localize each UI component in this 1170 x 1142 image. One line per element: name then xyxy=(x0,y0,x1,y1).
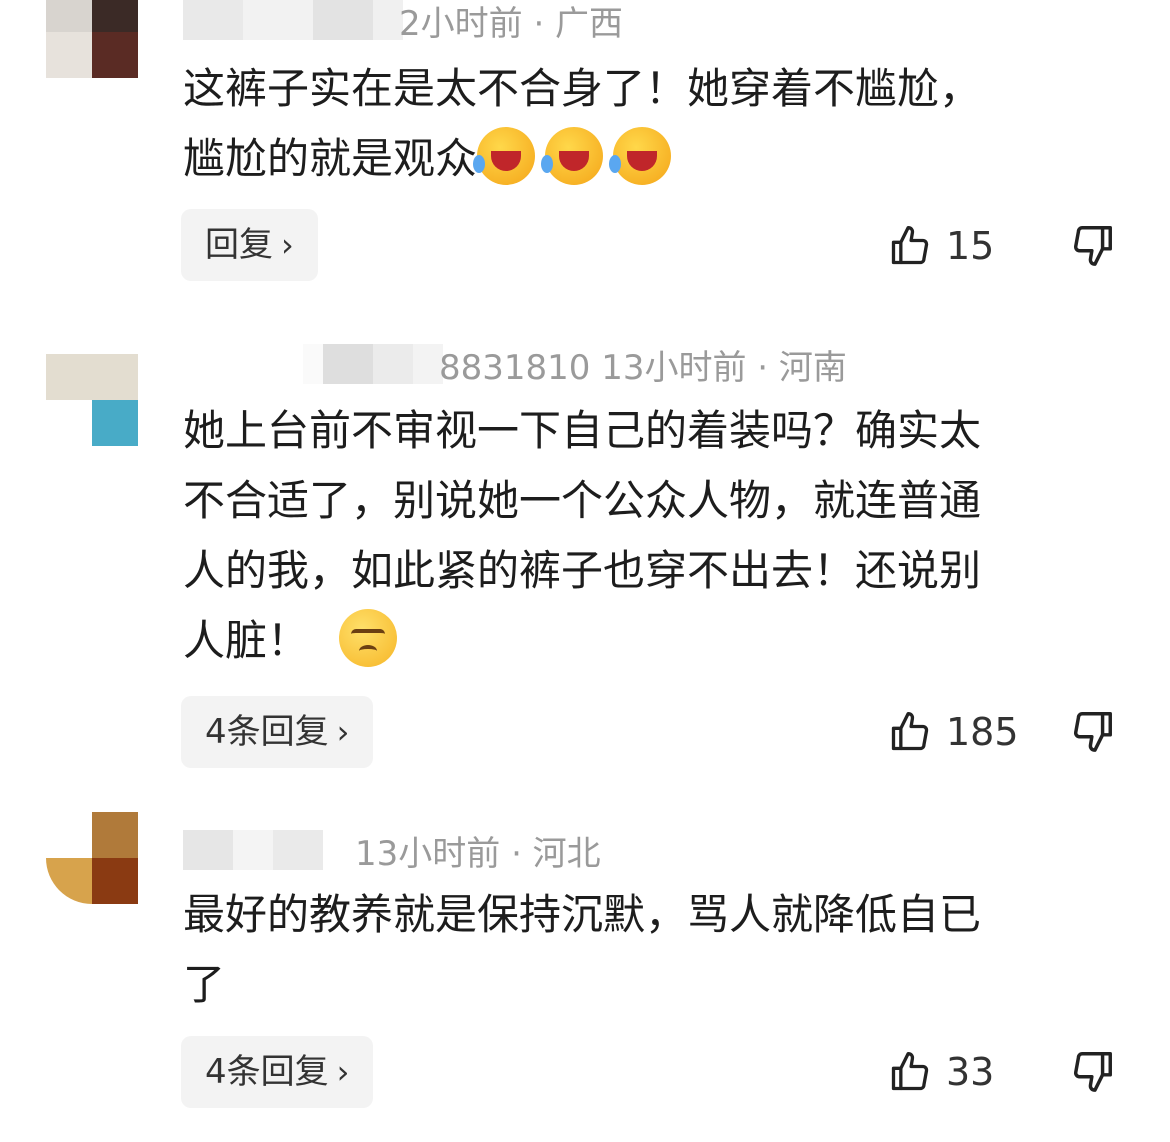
thumbs-down-icon[interactable] xyxy=(1070,708,1116,754)
comment-line: 人脏！ xyxy=(183,616,310,665)
like-count: 185 xyxy=(946,710,1019,754)
comment-line: 最好的教养就是保持沉默，骂人就降低自已 xyxy=(183,890,982,939)
comment-item: 2小时前 · 广西 这裤子实在是太不合身了！她穿着不尴尬， 尴尬的就是观众 回复… xyxy=(0,0,1170,300)
username-mosaic xyxy=(183,0,403,40)
username-mosaic xyxy=(183,830,323,870)
thumbs-down-icon[interactable] xyxy=(1070,222,1116,268)
comment-time-location: 13小时前 · 河北 xyxy=(355,834,601,874)
like-count: 33 xyxy=(946,1050,995,1094)
reply-label: 4条回复 xyxy=(205,1052,329,1092)
comment-item: 13小时前 · 河北 最好的教养就是保持沉默，骂人就降低自已 了 4条回复 › 3… xyxy=(0,810,1170,1130)
comment-line: 人的我，如此紧的裤子也穿不出去！还说别 xyxy=(183,546,982,595)
like-button[interactable]: 15 xyxy=(888,216,994,276)
avatar[interactable] xyxy=(46,812,138,904)
comment-line: 她上台前不审视一下自己的着装吗？确实太 xyxy=(183,406,982,455)
comment-time-location: 2小时前 · 广西 xyxy=(399,4,624,44)
chevron-right-icon: › xyxy=(336,1053,350,1091)
reply-button[interactable]: 回复 › xyxy=(181,209,318,281)
reply-button[interactable]: 4条回复 › xyxy=(181,696,374,768)
reply-label: 回复 xyxy=(205,225,273,265)
like-count: 15 xyxy=(946,224,995,268)
username-mosaic xyxy=(183,344,443,384)
reply-label: 4条回复 xyxy=(205,712,329,752)
thumbs-up-icon xyxy=(891,712,929,751)
reply-button[interactable]: 4条回复 › xyxy=(181,1036,374,1108)
laugh-emoji-icon xyxy=(541,127,604,185)
avatar[interactable] xyxy=(46,354,138,446)
thumbs-up-icon xyxy=(891,1052,929,1091)
comment-line: 不合适了，别说她一个公众人物，就连普通 xyxy=(183,476,982,525)
chevron-right-icon: › xyxy=(281,226,294,264)
thumbs-up-icon xyxy=(891,226,929,265)
like-button[interactable]: 33 xyxy=(888,1042,994,1102)
comment-item: 8831810 13小时前 · 河南 她上台前不审视一下自己的着装吗？确实太 不… xyxy=(0,340,1170,780)
laugh-emoji-icon xyxy=(609,127,672,185)
annoyed-emoji-icon xyxy=(339,609,398,667)
like-button[interactable]: 185 xyxy=(888,702,1019,762)
laugh-emoji-icon xyxy=(473,127,536,185)
comment-line: 尴尬的就是观众 xyxy=(183,134,478,183)
comment-line: 了 xyxy=(183,960,226,1009)
thumbs-down-icon[interactable] xyxy=(1070,1048,1116,1094)
comment-body: 这裤子实在是太不合身了！她穿着不尴尬， 尴尬的就是观众 xyxy=(183,54,1123,194)
chevron-right-icon: › xyxy=(336,713,350,751)
avatar[interactable] xyxy=(46,0,138,78)
comment-line: 这裤子实在是太不合身了！她穿着不尴尬， xyxy=(183,64,982,113)
comment-time-location: 8831810 13小时前 · 河南 xyxy=(439,348,847,388)
comment-body: 最好的教养就是保持沉默，骂人就降低自已 了 xyxy=(183,880,1123,1020)
comment-body: 她上台前不审视一下自己的着装吗？确实太 不合适了，别说她一个公众人物，就连普通 … xyxy=(183,396,1123,676)
